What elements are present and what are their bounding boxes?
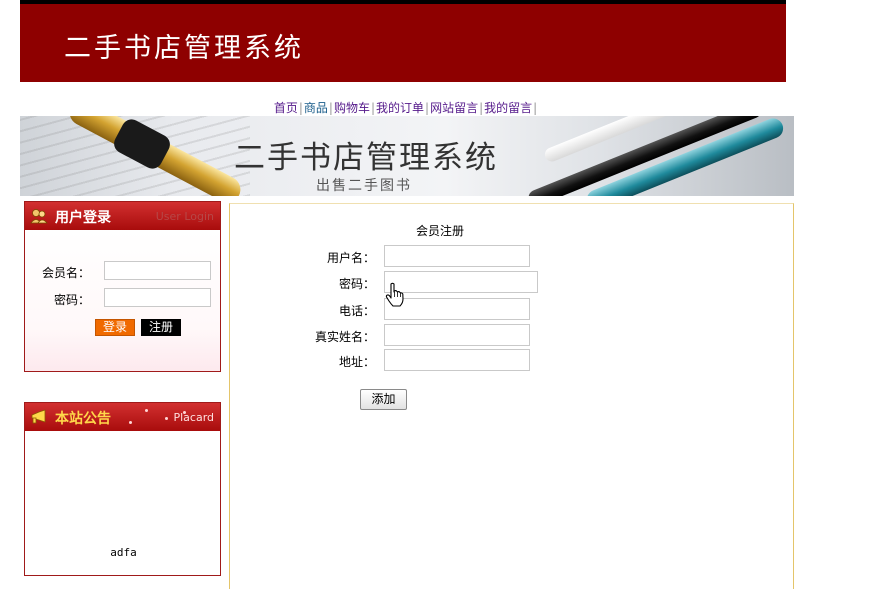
login-button[interactable]: 登录 [95,319,135,336]
password-input[interactable] [384,271,538,293]
username-label: 用户名： [326,251,375,265]
nav-cart-link[interactable]: 购物车 [334,101,370,115]
megaphone-icon [31,409,46,424]
sparkle-decoration [145,409,148,412]
top-banner: 二手书店管理系统 [20,0,786,82]
main-nav: 首页|商品|购物车|我的订单|网站留言|我的留言| [0,100,812,116]
real-name-input[interactable] [384,324,530,346]
login-panel-header: 用户登录 User Login [25,202,220,230]
hero-banner: 二手书店管理系统 出售二手图书 [20,116,794,196]
register-form-title: 会员注册 [416,224,465,238]
nav-separator: | [298,101,303,115]
login-password-row: 密码： [25,288,222,308]
nav-separator: | [533,101,538,115]
login-panel-title-en: User Login [155,210,214,223]
notice-panel: 本站公告 Placard adfa [24,402,221,576]
nav-separator: | [425,101,430,115]
notice-content: adfa [110,546,137,559]
nav-products-link[interactable]: 商品 [304,101,328,115]
sparkle-decoration [129,421,132,424]
login-password-label: 密码： [53,293,90,307]
nav-home-link[interactable]: 首页 [274,101,298,115]
password-label: 密码： [338,277,375,291]
nav-separator: | [479,101,484,115]
login-password-input[interactable] [104,288,211,307]
real-name-row: 真实姓名： [230,324,795,346]
phone-row: 电话： [230,298,795,320]
username-input[interactable] [384,245,530,267]
nav-site-messages-link[interactable]: 网站留言 [430,101,478,115]
member-name-row: 会员名： [25,261,222,281]
user-icon [30,209,48,224]
real-name-label: 真实姓名： [314,330,375,344]
hero-subtitle: 出售二手图书 [316,178,412,194]
add-button[interactable]: 添加 [360,389,407,410]
notice-panel-title: 本站公告 [55,411,111,427]
member-name-input[interactable] [104,261,211,280]
login-panel: 用户登录 User Login 会员名： 密码： 登录 注册 [24,201,221,372]
hero-title: 二手书店管理系统 [234,140,498,176]
nav-separator: | [370,101,375,115]
member-name-label: 会员名： [41,266,90,280]
notice-panel-title-en: Placard [173,411,214,424]
address-input[interactable] [384,349,530,371]
register-button[interactable]: 注册 [141,319,181,336]
username-row: 用户名： [230,245,795,267]
login-panel-title: 用户登录 [55,210,111,226]
address-label: 地址： [338,355,375,369]
notice-panel-header: 本站公告 Placard [25,403,220,431]
hand-cursor-icon [385,282,404,307]
login-panel-body: 会员名： 密码： [25,230,220,371]
address-row: 地址： [230,349,795,371]
site-title: 二手书店管理系统 [64,33,304,64]
sparkle-decoration [165,417,168,420]
nav-separator: | [328,101,333,115]
password-row: 密码： [230,271,795,293]
nav-orders-link[interactable]: 我的订单 [376,101,424,115]
phone-label: 电话： [338,304,375,318]
register-form-container: 会员注册 用户名： 密码： 电话： 真实姓名： 地址： 添加 [229,203,794,589]
nav-my-messages-link[interactable]: 我的留言 [484,101,532,115]
